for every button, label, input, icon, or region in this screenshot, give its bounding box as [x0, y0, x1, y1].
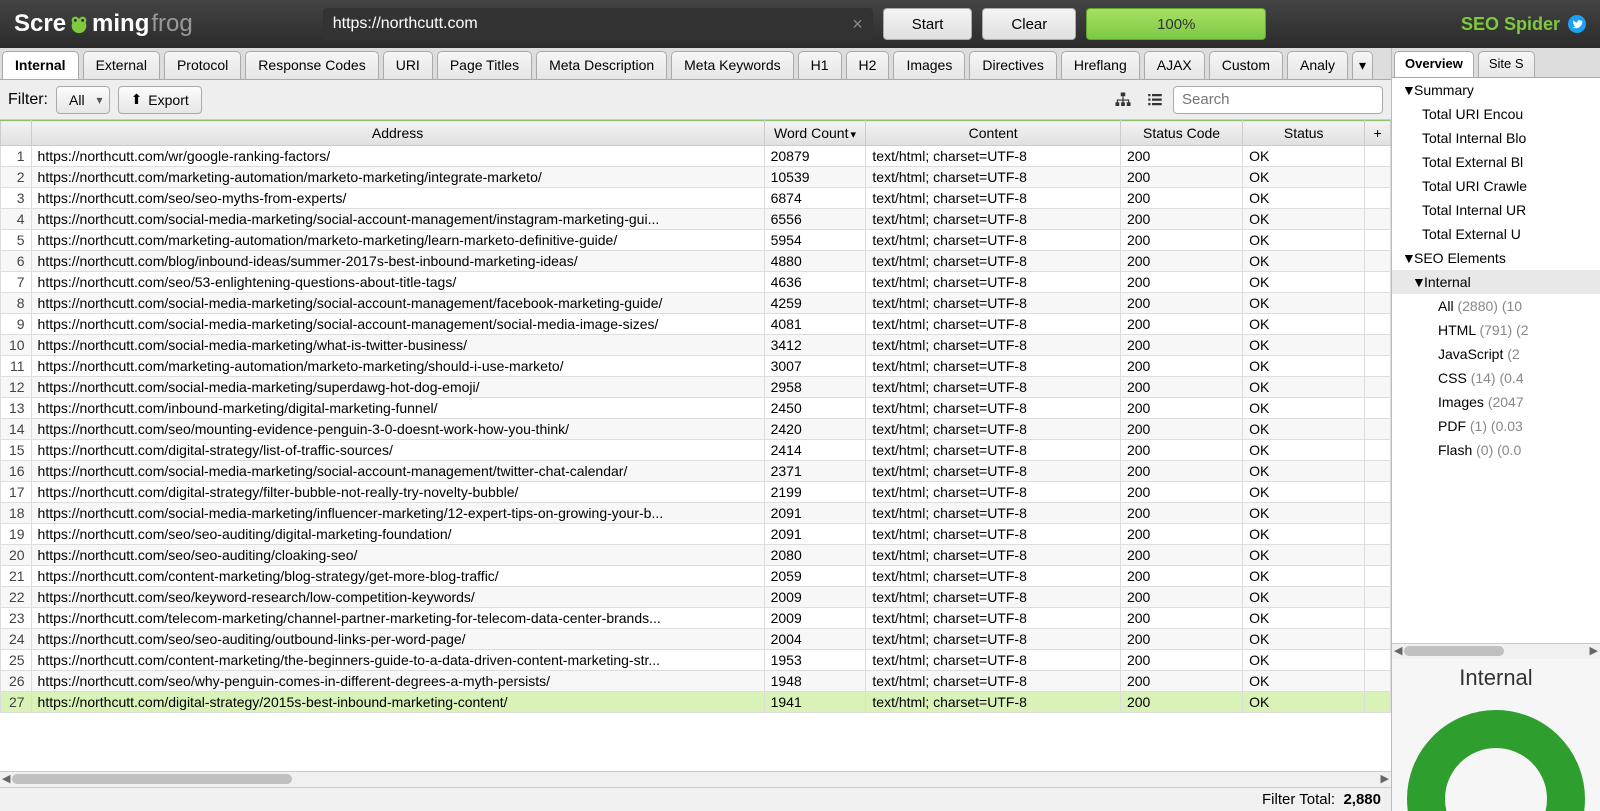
- tab-meta-description[interactable]: Meta Description: [536, 51, 667, 79]
- sitemap-icon[interactable]: [1109, 88, 1137, 112]
- tree-node[interactable]: Total URI Encou: [1392, 102, 1600, 126]
- status-bar: Filter Total: 2,880: [0, 787, 1391, 811]
- add-column-icon[interactable]: +: [1365, 121, 1391, 146]
- search-input[interactable]: [1173, 86, 1383, 114]
- col-header[interactable]: Content: [866, 121, 1121, 146]
- tree-node[interactable]: JavaScript (2: [1392, 342, 1600, 366]
- table-row[interactable]: 17https://northcutt.com/digital-strategy…: [1, 482, 1391, 503]
- tabs-overflow-icon[interactable]: ▾: [1352, 51, 1373, 79]
- table-row[interactable]: 2https://northcutt.com/marketing-automat…: [1, 167, 1391, 188]
- table-row[interactable]: 23https://northcutt.com/telecom-marketin…: [1, 608, 1391, 629]
- table-row[interactable]: 13https://northcutt.com/inbound-marketin…: [1, 398, 1391, 419]
- table-row[interactable]: 12https://northcutt.com/social-media-mar…: [1, 377, 1391, 398]
- horizontal-scrollbar[interactable]: ◀▶: [0, 771, 1391, 787]
- table-row[interactable]: 20https://northcutt.com/seo/seo-auditing…: [1, 545, 1391, 566]
- table-row[interactable]: 15https://northcutt.com/digital-strategy…: [1, 440, 1391, 461]
- tree-node[interactable]: All (2880) (10: [1392, 294, 1600, 318]
- tab-uri[interactable]: URI: [383, 51, 433, 79]
- tab-external[interactable]: External: [83, 51, 160, 79]
- start-button[interactable]: Start: [883, 8, 973, 40]
- tree-node[interactable]: Total External U: [1392, 222, 1600, 246]
- table-row[interactable]: 24https://northcutt.com/seo/seo-auditing…: [1, 629, 1391, 650]
- upload-icon: ⬆: [131, 91, 143, 108]
- donut-chart: [1392, 691, 1600, 811]
- tree-node[interactable]: Total External Bl: [1392, 150, 1600, 174]
- clear-url-icon[interactable]: ×: [852, 14, 863, 35]
- results-table[interactable]: AddressWord CountContentStatus CodeStatu…: [0, 120, 1391, 771]
- table-row[interactable]: 18https://northcutt.com/social-media-mar…: [1, 503, 1391, 524]
- tab-h2[interactable]: H2: [846, 51, 890, 79]
- right-tab-overview[interactable]: Overview: [1394, 51, 1474, 77]
- tree-node[interactable]: Images (2047: [1392, 390, 1600, 414]
- tree-node[interactable]: Total Internal Blo: [1392, 126, 1600, 150]
- tab-hreflang[interactable]: Hreflang: [1061, 51, 1140, 79]
- tab-custom[interactable]: Custom: [1209, 51, 1283, 79]
- right-chart-title: Internal: [1392, 659, 1600, 691]
- twitter-icon: [1568, 15, 1586, 33]
- filter-toolbar: Filter: All ⬆ Export: [0, 80, 1391, 120]
- tab-internal[interactable]: Internal: [2, 51, 79, 79]
- table-row[interactable]: 3https://northcutt.com/seo/seo-myths-fro…: [1, 188, 1391, 209]
- tree-node[interactable]: ▼Internal: [1392, 270, 1600, 294]
- app-header: Scremingfrog × Start Clear 100% SEO Spid…: [0, 0, 1600, 48]
- table-row[interactable]: 25https://northcutt.com/content-marketin…: [1, 650, 1391, 671]
- col-header[interactable]: Status: [1243, 121, 1365, 146]
- table-row[interactable]: 19https://northcutt.com/seo/seo-auditing…: [1, 524, 1391, 545]
- clear-button[interactable]: Clear: [982, 8, 1076, 40]
- tree-node[interactable]: PDF (1) (0.03: [1392, 414, 1600, 438]
- url-input-wrap: ×: [323, 8, 873, 40]
- right-scrollbar[interactable]: ◀▶: [1392, 643, 1600, 659]
- tab-ajax[interactable]: AJAX: [1144, 51, 1205, 79]
- table-row[interactable]: 11https://northcutt.com/marketing-automa…: [1, 356, 1391, 377]
- filter-label: Filter:: [8, 91, 48, 109]
- right-tab-site-s[interactable]: Site S: [1478, 51, 1535, 77]
- tab-h1[interactable]: H1: [798, 51, 842, 79]
- tab-analy[interactable]: Analy: [1287, 51, 1348, 79]
- brand-label: SEO Spider: [1461, 14, 1586, 35]
- tab-response-codes[interactable]: Response Codes: [245, 51, 378, 79]
- frog-icon: [68, 13, 90, 35]
- table-row[interactable]: 1https://northcutt.com/wr/google-ranking…: [1, 146, 1391, 167]
- tree-node[interactable]: Total Internal UR: [1392, 198, 1600, 222]
- table-row[interactable]: 26https://northcutt.com/seo/why-penguin-…: [1, 671, 1391, 692]
- tree-node[interactable]: HTML (791) (2: [1392, 318, 1600, 342]
- tab-directives[interactable]: Directives: [969, 51, 1056, 79]
- table-row[interactable]: 8https://northcutt.com/social-media-mark…: [1, 293, 1391, 314]
- col-header[interactable]: [1, 121, 32, 146]
- right-tabs: OverviewSite S: [1392, 48, 1600, 78]
- col-header[interactable]: Address: [31, 121, 764, 146]
- url-input[interactable]: [333, 15, 852, 33]
- table-row[interactable]: 4https://northcutt.com/social-media-mark…: [1, 209, 1391, 230]
- right-panel: OverviewSite S ▼SummaryTotal URI EncouTo…: [1392, 48, 1600, 811]
- progress-bar: 100%: [1086, 8, 1266, 40]
- list-icon[interactable]: [1141, 88, 1169, 112]
- tab-images[interactable]: Images: [893, 51, 965, 79]
- main-tabs: InternalExternalProtocolResponse CodesUR…: [0, 48, 1391, 80]
- tab-protocol[interactable]: Protocol: [164, 51, 241, 79]
- table-row[interactable]: 5https://northcutt.com/marketing-automat…: [1, 230, 1391, 251]
- table-row[interactable]: 10https://northcutt.com/social-media-mar…: [1, 335, 1391, 356]
- table-row[interactable]: 16https://northcutt.com/social-media-mar…: [1, 461, 1391, 482]
- app-logo: Scremingfrog: [14, 10, 193, 38]
- table-row[interactable]: 27https://northcutt.com/digital-strategy…: [1, 692, 1391, 713]
- tree-node[interactable]: CSS (14) (0.4: [1392, 366, 1600, 390]
- tree-node[interactable]: ▼SEO Elements: [1392, 246, 1600, 270]
- table-row[interactable]: 22https://northcutt.com/seo/keyword-rese…: [1, 587, 1391, 608]
- tree-node[interactable]: Flash (0) (0.0: [1392, 438, 1600, 462]
- filter-select[interactable]: All: [56, 86, 110, 114]
- tree-node[interactable]: ▼Summary: [1392, 78, 1600, 102]
- col-header[interactable]: Status Code: [1120, 121, 1242, 146]
- tab-meta-keywords[interactable]: Meta Keywords: [671, 51, 793, 79]
- export-button[interactable]: ⬆ Export: [118, 86, 202, 114]
- tree-node[interactable]: Total URI Crawle: [1392, 174, 1600, 198]
- overview-tree[interactable]: ▼SummaryTotal URI EncouTotal Internal Bl…: [1392, 78, 1600, 643]
- col-header[interactable]: Word Count: [764, 121, 866, 146]
- table-row[interactable]: 6https://northcutt.com/blog/inbound-idea…: [1, 251, 1391, 272]
- table-row[interactable]: 9https://northcutt.com/social-media-mark…: [1, 314, 1391, 335]
- tab-page-titles[interactable]: Page Titles: [437, 51, 532, 79]
- table-row[interactable]: 21https://northcutt.com/content-marketin…: [1, 566, 1391, 587]
- table-row[interactable]: 14https://northcutt.com/seo/mounting-evi…: [1, 419, 1391, 440]
- table-row[interactable]: 7https://northcutt.com/seo/53-enlighteni…: [1, 272, 1391, 293]
